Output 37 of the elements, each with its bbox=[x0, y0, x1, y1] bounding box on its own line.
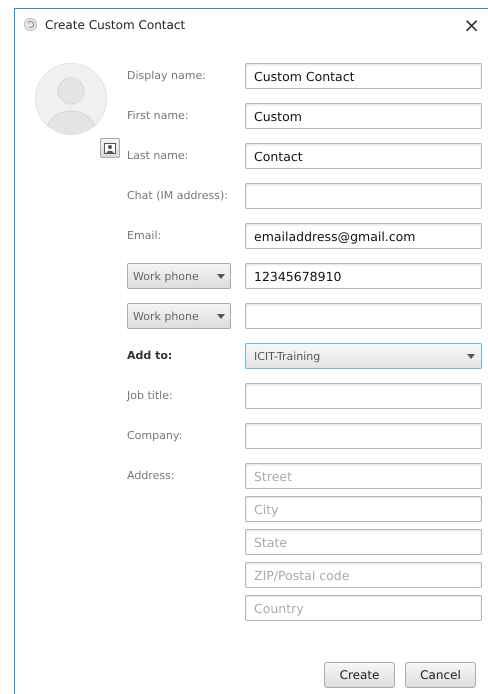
input-field[interactable] bbox=[245, 183, 482, 209]
caret-icon bbox=[467, 354, 475, 358]
input-field[interactable] bbox=[245, 303, 482, 329]
add-to-dropdown[interactable]: ICIT-Training bbox=[245, 343, 482, 369]
phone-type-dropdown[interactable]: Work phone bbox=[127, 303, 231, 329]
input-field[interactable]: Custom Contact bbox=[245, 63, 482, 89]
field-label: Job title: bbox=[127, 388, 174, 404]
cancel-button[interactable]: Cancel bbox=[405, 662, 476, 688]
change-picture-button[interactable] bbox=[100, 138, 120, 158]
avatar-icon bbox=[35, 63, 107, 135]
caret-icon bbox=[217, 314, 225, 318]
field-label: Add to: bbox=[127, 348, 174, 364]
field-label: Last name: bbox=[127, 148, 190, 164]
picture-icon bbox=[104, 142, 116, 154]
input-field[interactable]: ZIP/Postal code bbox=[245, 562, 482, 588]
input-field[interactable]: Street bbox=[245, 463, 482, 489]
field-label: Company: bbox=[127, 428, 184, 444]
field-label: Display name: bbox=[127, 68, 207, 84]
input-field[interactable]: Country bbox=[245, 595, 482, 621]
input-field[interactable]: City bbox=[245, 496, 482, 522]
input-field[interactable]: 12345678910 bbox=[245, 263, 482, 289]
app-icon bbox=[24, 18, 37, 31]
input-field[interactable]: emailaddress@gmail.com bbox=[245, 223, 482, 249]
field-label: Email: bbox=[127, 228, 162, 244]
field-label: First name: bbox=[127, 108, 190, 124]
phone-type-dropdown[interactable]: Work phone bbox=[127, 263, 231, 289]
caret-icon bbox=[217, 274, 225, 278]
input-field[interactable] bbox=[245, 423, 482, 449]
close-button[interactable]: × bbox=[463, 14, 480, 34]
field-label: Address: bbox=[127, 468, 176, 484]
input-field[interactable]: State bbox=[245, 529, 482, 555]
input-field[interactable] bbox=[245, 383, 482, 409]
field-label: Chat (IM address): bbox=[127, 188, 229, 204]
input-field[interactable]: Contact bbox=[245, 143, 482, 169]
create-button[interactable]: Create bbox=[324, 662, 395, 688]
window-title: Create Custom Contact bbox=[45, 18, 186, 32]
input-field[interactable]: Custom bbox=[245, 103, 482, 129]
